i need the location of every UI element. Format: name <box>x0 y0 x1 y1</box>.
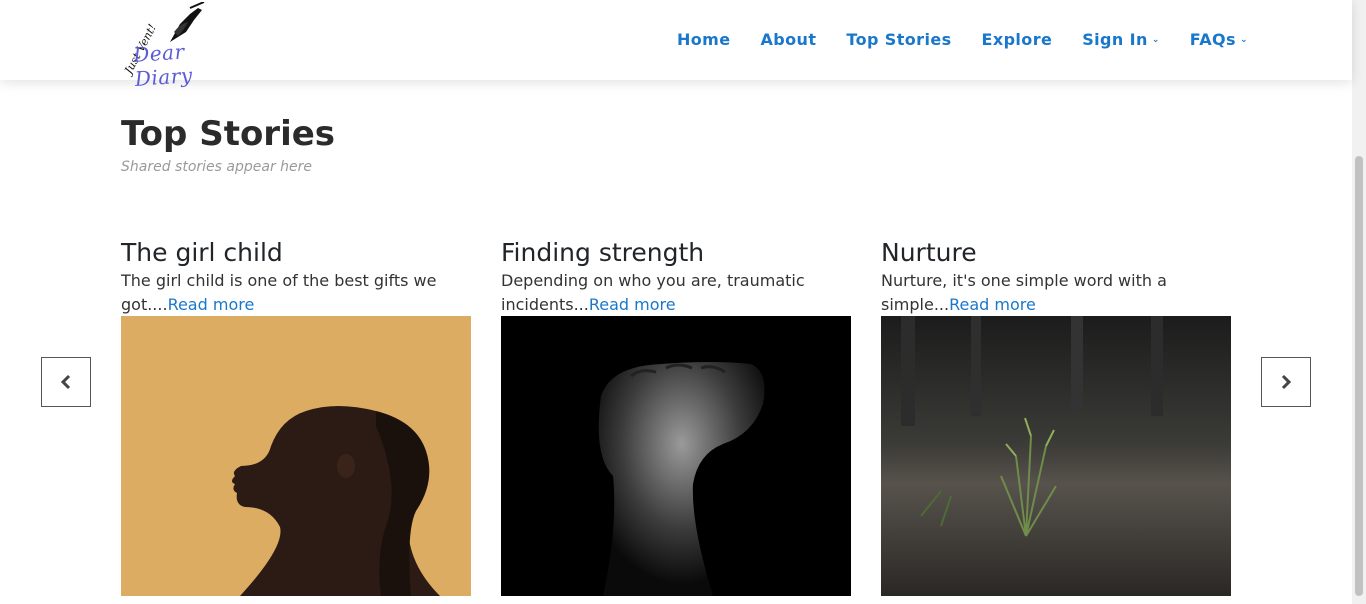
chevron-left-icon <box>60 374 71 390</box>
nav-faqs-label: FAQs <box>1189 30 1236 49</box>
plant-growing-image <box>881 316 1231 596</box>
main-nav: Home About Top Stories Explore Sign In ⌄ … <box>677 30 1278 49</box>
story-title[interactable]: Nurture <box>881 237 1231 269</box>
story-title[interactable]: Finding strength <box>501 237 851 269</box>
nav-home[interactable]: Home <box>677 30 731 49</box>
nav-top-stories-label: Top Stories <box>846 30 952 49</box>
chevron-right-icon <box>1281 374 1292 390</box>
story-excerpt: Nurture, it's one simple word with a sim… <box>881 269 1231 317</box>
story-image[interactable] <box>501 316 851 596</box>
story-image[interactable] <box>881 316 1231 596</box>
carousel-prev-button[interactable] <box>41 357 91 407</box>
section-title: Top Stories <box>121 114 336 154</box>
nav-about-label: About <box>760 30 817 49</box>
read-more-link[interactable]: Read more <box>589 295 676 314</box>
chevron-down-icon: ⌄ <box>1239 34 1248 45</box>
story-card: Nurture Nurture, it's one simple word wi… <box>881 237 1231 596</box>
carousel-next-button[interactable] <box>1261 357 1311 407</box>
nav-sign-in[interactable]: Sign In ⌄ <box>1082 30 1160 49</box>
nav-home-label: Home <box>677 30 731 49</box>
scrollbar-thumb[interactable] <box>1355 156 1363 596</box>
woman-profile-image <box>121 316 471 596</box>
nav-about[interactable]: About <box>761 30 817 49</box>
nav-top-stories[interactable]: Top Stories <box>846 30 951 49</box>
read-more-link[interactable]: Read more <box>168 295 255 314</box>
story-excerpt: Depending on who you are, traumatic inci… <box>501 269 851 317</box>
story-title[interactable]: The girl child <box>121 237 471 269</box>
section-subtitle: Shared stories appear here <box>121 159 313 175</box>
logo-wordmark: Dear Diary <box>132 39 194 91</box>
nav-explore[interactable]: Explore <box>982 30 1053 49</box>
story-excerpt: The girl child is one of the best gifts … <box>121 269 471 317</box>
nav-sign-in-label: Sign In <box>1082 30 1148 49</box>
nav-explore-label: Explore <box>981 30 1053 49</box>
read-more-link[interactable]: Read more <box>949 295 1036 314</box>
site-header: Just Vent! Dear Diary Home About Top Sto… <box>0 0 1352 91</box>
site-logo[interactable]: Just Vent! Dear Diary <box>120 2 220 91</box>
page-scrollbar[interactable] <box>1352 0 1366 604</box>
raised-fist-image <box>501 316 851 596</box>
story-card: The girl child The girl child is one of … <box>121 237 471 596</box>
chevron-down-icon: ⌄ <box>1151 34 1160 45</box>
nav-faqs[interactable]: FAQs ⌄ <box>1190 30 1248 49</box>
story-card: Finding strength Depending on who you ar… <box>501 237 851 596</box>
story-image[interactable] <box>121 316 471 596</box>
